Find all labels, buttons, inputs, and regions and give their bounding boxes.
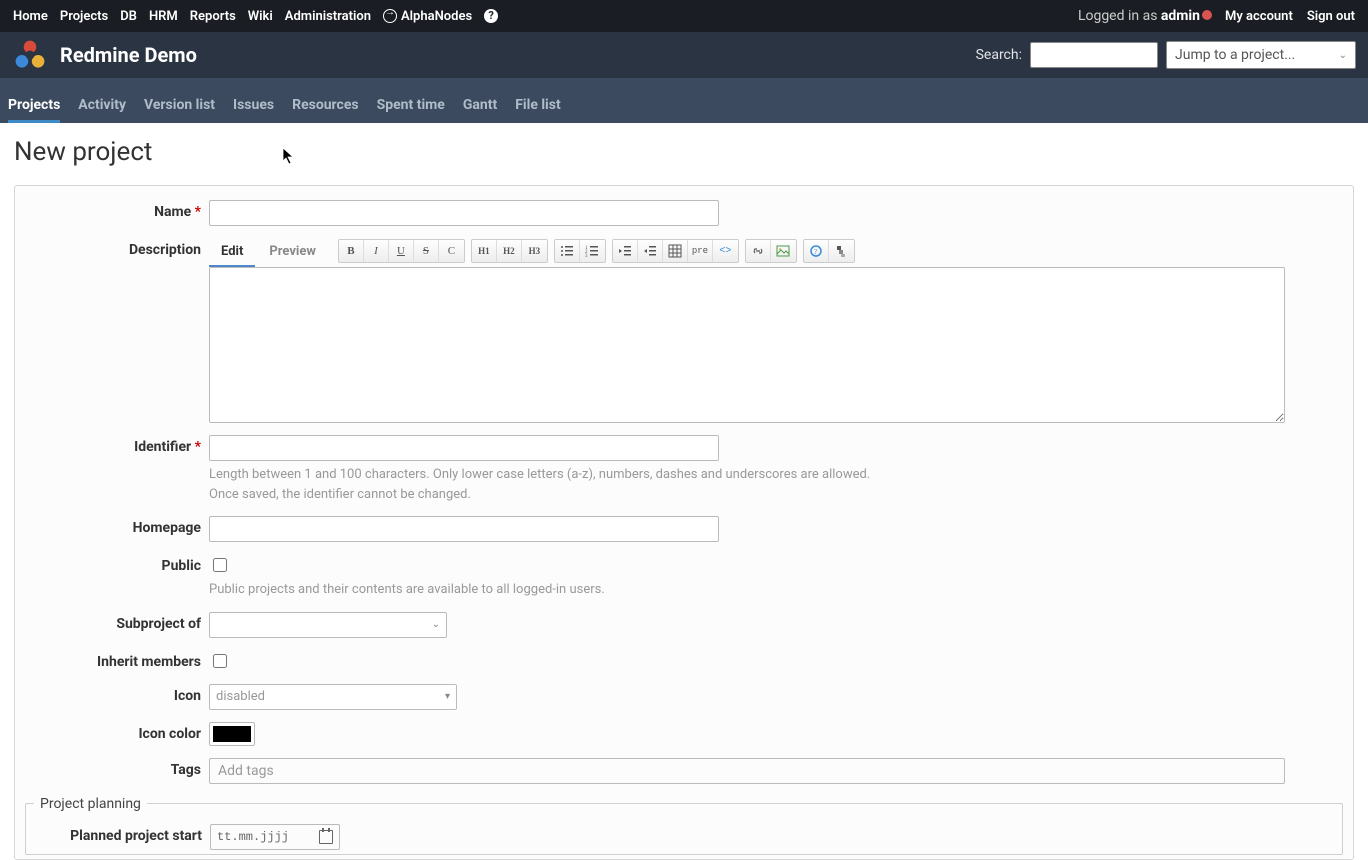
- identifier-hint: Length between 1 and 100 characters. Onl…: [209, 465, 870, 504]
- identifier-label: Identifier *: [23, 435, 209, 455]
- pre-button[interactable]: pre: [688, 240, 713, 262]
- strike-button[interactable]: S: [414, 240, 439, 262]
- identifier-input[interactable]: [209, 435, 719, 461]
- tags-placeholder: Add tags: [218, 763, 274, 779]
- name-input[interactable]: [209, 200, 719, 226]
- logged-in-user[interactable]: admin: [1161, 8, 1200, 24]
- code-block-button[interactable]: <>: [713, 240, 738, 262]
- topmenu-admin[interactable]: Administration: [280, 9, 376, 24]
- h2-button[interactable]: H2: [497, 240, 522, 262]
- homepage-label: Homepage: [23, 516, 209, 536]
- tab-resources[interactable]: Resources: [292, 85, 359, 123]
- my-account-link[interactable]: My account: [1220, 9, 1298, 24]
- calendar-icon: [319, 830, 333, 844]
- name-label: Name *: [23, 200, 209, 220]
- description-textarea[interactable]: [209, 267, 1285, 423]
- editor-toolbar: B I U S C H1 H2 H3 12: [338, 239, 855, 267]
- editor-tab-preview[interactable]: Preview: [257, 238, 328, 267]
- topmenu-wiki[interactable]: Wiki: [243, 9, 278, 24]
- tab-projects[interactable]: Projects: [8, 85, 60, 123]
- icon-color-input[interactable]: [209, 722, 255, 746]
- public-hint: Public projects and their contents are a…: [209, 580, 605, 600]
- top-menu: Home Projects DB HRM Reports Wiki Admini…: [0, 0, 1368, 32]
- header-title[interactable]: Redmine Demo: [60, 43, 197, 67]
- topmenu-reports[interactable]: Reports: [185, 9, 241, 24]
- help-button[interactable]: ?: [804, 240, 829, 262]
- svg-text:?: ?: [814, 248, 817, 256]
- search-label[interactable]: Search:: [976, 47, 1022, 63]
- tab-gantt[interactable]: Gantt: [463, 85, 497, 123]
- public-checkbox[interactable]: [213, 558, 227, 572]
- logged-in-text: Logged in as admin: [1078, 8, 1216, 24]
- tab-issues[interactable]: Issues: [233, 85, 274, 123]
- planned-start-label: Planned project start: [34, 824, 210, 844]
- tab-version-list[interactable]: Version list: [144, 85, 215, 123]
- italic-button[interactable]: I: [364, 240, 389, 262]
- project-planning-fieldset: Project planning Planned project start t…: [25, 796, 1343, 855]
- top-menu-right: Logged in as admin My account Sign out: [1078, 8, 1360, 24]
- icon-color-label: Icon color: [23, 722, 209, 742]
- project-jump-label: Jump to a project...: [1175, 47, 1295, 63]
- topmenu-hrm[interactable]: HRM: [144, 9, 183, 24]
- subproject-select[interactable]: ⌄: [209, 612, 447, 638]
- chevron-down-icon: ⌄: [1339, 50, 1347, 61]
- topmenu-alphanodes[interactable]: AlphaNodes: [378, 9, 477, 24]
- icon-select-value: disabled: [216, 689, 265, 704]
- bold-button[interactable]: B: [339, 240, 364, 262]
- project-form: Name * Description Edit Preview B: [14, 185, 1354, 860]
- description-label: Description: [23, 238, 209, 258]
- chevron-down-icon: ⌄: [432, 619, 440, 630]
- outdent-button[interactable]: [613, 240, 638, 262]
- header: Redmine Demo Search: Jump to a project..…: [0, 32, 1368, 78]
- external-link-icon: [383, 9, 397, 23]
- inherit-checkbox[interactable]: [213, 654, 227, 668]
- svg-text:3: 3: [585, 254, 588, 258]
- topmenu-projects[interactable]: Projects: [55, 9, 113, 24]
- project-planning-legend: Project planning: [34, 796, 147, 812]
- help-icon: ?: [484, 9, 498, 23]
- notification-dot-icon: [1202, 10, 1212, 20]
- h3-button[interactable]: H3: [522, 240, 547, 262]
- alphanodes-label: AlphaNodes: [401, 9, 472, 24]
- chevron-down-icon: ▾: [445, 691, 450, 702]
- icon-label: Icon: [23, 684, 209, 704]
- tab-activity[interactable]: Activity: [78, 85, 126, 123]
- tab-file-list[interactable]: File list: [515, 85, 560, 123]
- page-title: New project: [14, 137, 1354, 167]
- main-menu: Projects Activity Version list Issues Re…: [0, 78, 1368, 123]
- logged-in-label: Logged in as: [1078, 8, 1161, 24]
- content: New project Name * Description Edit Prev…: [0, 123, 1368, 860]
- public-label: Public: [23, 554, 209, 574]
- planned-start-input[interactable]: tt.mm.jjjj: [210, 824, 340, 850]
- sign-out-link[interactable]: Sign out: [1302, 9, 1360, 24]
- icon-select[interactable]: disabled ▾: [209, 684, 457, 710]
- editor-tab-edit[interactable]: Edit: [209, 238, 255, 267]
- macro-button[interactable]: [829, 240, 854, 262]
- inline-code-button[interactable]: C: [439, 240, 464, 262]
- ul-button[interactable]: [555, 240, 580, 262]
- underline-button[interactable]: U: [389, 240, 414, 262]
- top-menu-left: Home Projects DB HRM Reports Wiki Admini…: [8, 9, 503, 24]
- ol-button[interactable]: 123: [580, 240, 605, 262]
- tags-input[interactable]: Add tags: [209, 758, 1285, 784]
- subproject-label: Subproject of: [23, 612, 209, 632]
- indent-button[interactable]: [638, 240, 663, 262]
- image-button[interactable]: [771, 240, 796, 262]
- date-placeholder: tt.mm.jjjj: [217, 830, 289, 844]
- tab-spent-time[interactable]: Spent time: [377, 85, 445, 123]
- h1-button[interactable]: H1: [472, 240, 497, 262]
- inherit-label: Inherit members: [23, 650, 209, 670]
- app-logo-icon: [12, 37, 48, 73]
- tags-label: Tags: [23, 758, 209, 778]
- topmenu-db[interactable]: DB: [115, 9, 142, 24]
- topmenu-help[interactable]: ?: [479, 9, 503, 23]
- table-button[interactable]: [663, 240, 688, 262]
- homepage-input[interactable]: [209, 516, 719, 542]
- topmenu-home[interactable]: Home: [8, 9, 53, 24]
- search-input[interactable]: [1030, 42, 1158, 68]
- project-jump-select[interactable]: Jump to a project... ⌄: [1166, 41, 1356, 69]
- link-button[interactable]: [746, 240, 771, 262]
